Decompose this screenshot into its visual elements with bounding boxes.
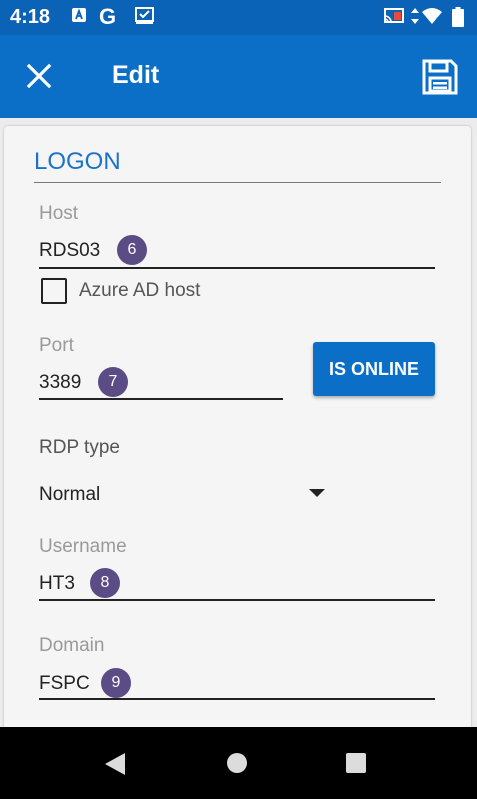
domain-input[interactable]: FSPC xyxy=(39,673,90,695)
status-time: 4:18 xyxy=(10,6,51,28)
chevron-down-icon[interactable] xyxy=(309,489,325,497)
port-input[interactable]: 3389 xyxy=(39,372,81,394)
host-badge: 6 xyxy=(117,235,147,265)
rdp-type-label: RDP type xyxy=(39,437,120,458)
domain-input-underline xyxy=(39,698,435,700)
data-arrows-icon xyxy=(410,7,420,30)
back-icon[interactable] xyxy=(103,751,127,782)
status-bar: 4:18 G 5 xyxy=(0,0,477,35)
checkbox-notification-icon xyxy=(135,7,155,30)
username-badge: 8 xyxy=(90,568,120,598)
port-badge: 7 xyxy=(98,367,128,397)
navigation-bar xyxy=(0,727,477,799)
username-input[interactable]: HT3 xyxy=(39,573,75,595)
is-online-button[interactable]: IS ONLINE xyxy=(313,342,435,396)
username-label: Username xyxy=(39,536,127,557)
section-divider xyxy=(34,182,441,183)
save-icon[interactable] xyxy=(421,58,459,96)
google-g-icon: G xyxy=(99,4,117,29)
section-title-logon: LOGON xyxy=(34,148,121,175)
signal-badge: 5 xyxy=(436,16,442,26)
app-bar: Edit xyxy=(0,35,477,118)
rdp-type-select[interactable]: Normal xyxy=(39,484,100,506)
domain-label: Domain xyxy=(39,635,105,656)
port-input-underline xyxy=(39,398,283,400)
home-icon[interactable] xyxy=(226,752,248,779)
accessibility-a-icon xyxy=(71,7,87,28)
cast-icon xyxy=(383,7,405,30)
close-icon[interactable] xyxy=(22,59,56,93)
azure-ad-label: Azure AD host xyxy=(79,280,201,301)
recents-icon[interactable] xyxy=(345,752,367,779)
host-label: Host xyxy=(39,203,79,224)
host-input-underline xyxy=(39,267,435,269)
username-input-underline xyxy=(39,599,435,601)
azure-ad-checkbox[interactable] xyxy=(41,278,67,304)
host-input[interactable]: RDS03 xyxy=(39,240,100,262)
page-title: Edit xyxy=(112,61,160,89)
port-label: Port xyxy=(39,335,74,356)
domain-badge: 9 xyxy=(101,668,131,698)
battery-icon xyxy=(452,7,464,32)
